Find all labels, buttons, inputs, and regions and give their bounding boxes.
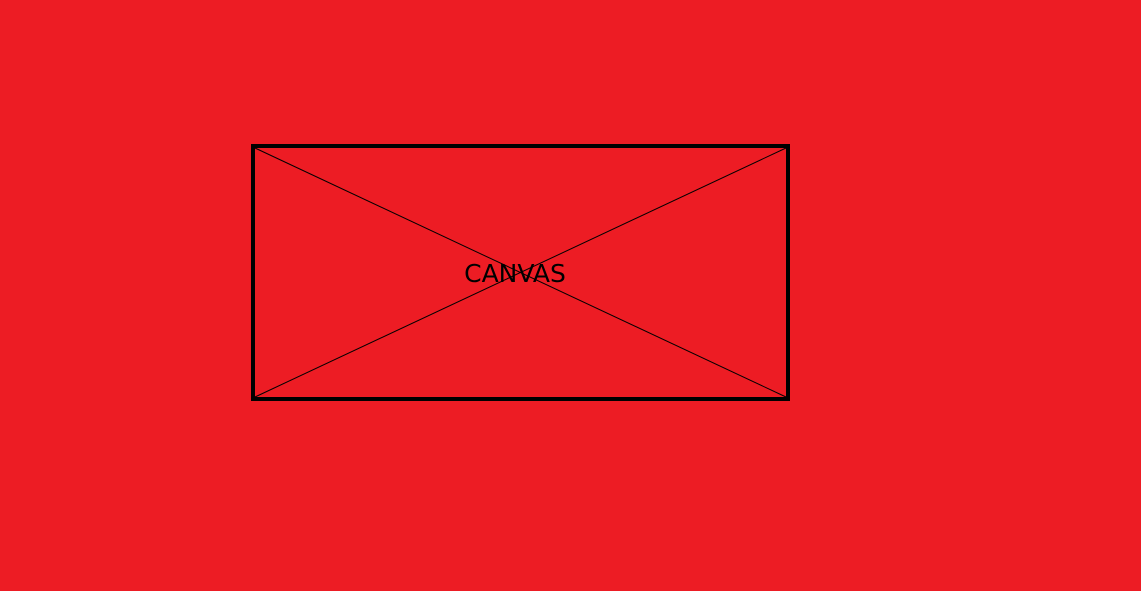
canvas-label: CANVAS <box>464 259 566 288</box>
